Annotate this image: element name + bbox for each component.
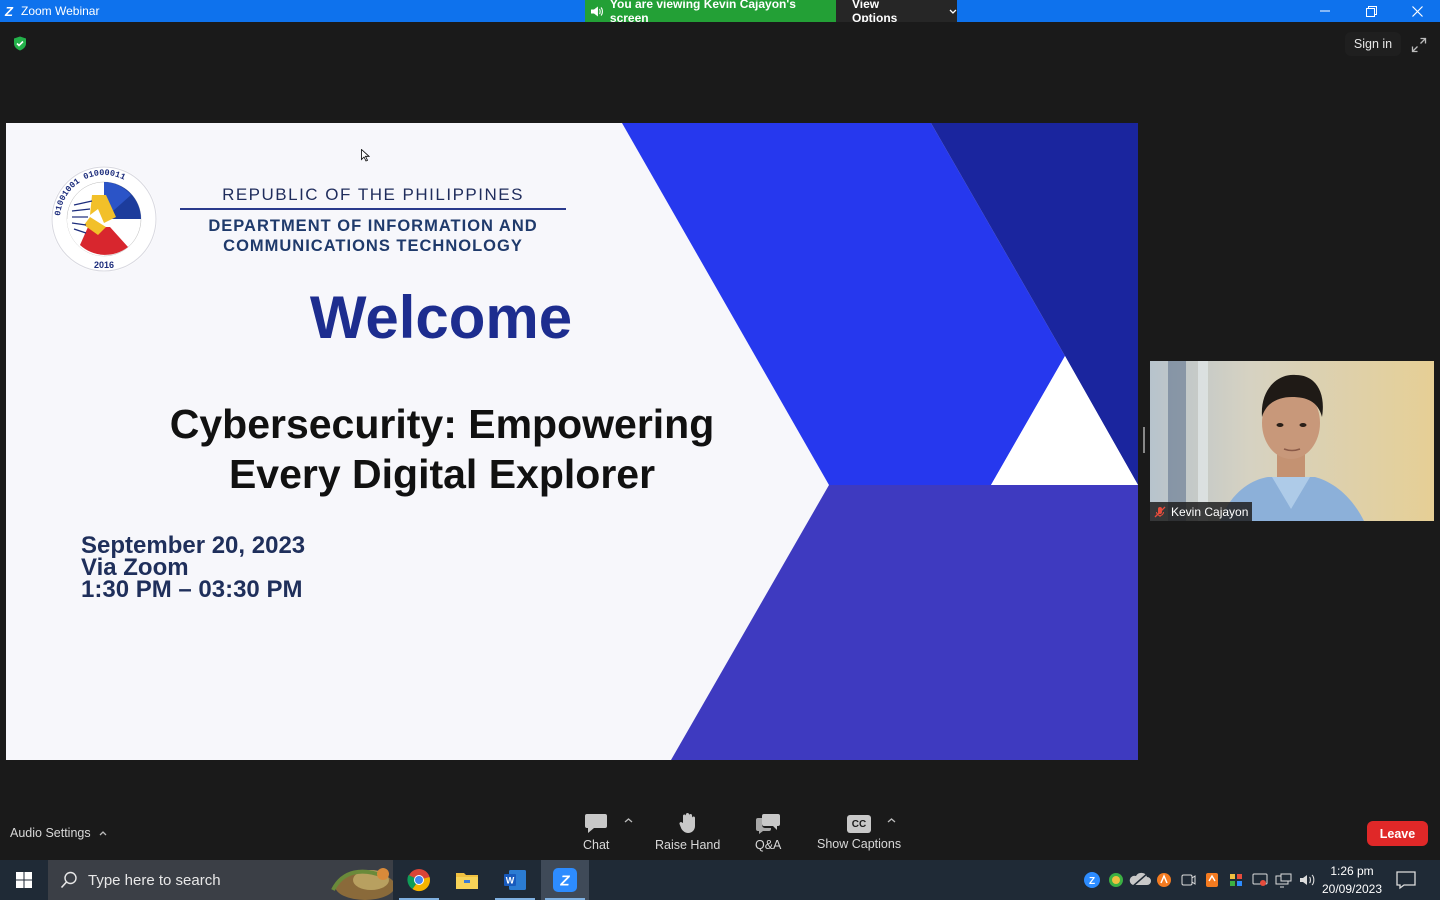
leave-button[interactable]: Leave	[1367, 821, 1428, 846]
start-button[interactable]	[0, 860, 48, 900]
republic-heading: REPUBLIC OF THE PHILIPPINES	[222, 185, 524, 204]
chat-options-chevron-icon[interactable]	[624, 818, 633, 823]
restore-button[interactable]	[1348, 0, 1394, 22]
speaker-icon	[591, 6, 603, 16]
zoom-logo-icon: Z	[5, 3, 13, 19]
panel-resize-handle[interactable]	[1143, 427, 1145, 453]
show-captions-label: Show Captions	[817, 837, 902, 851]
chat-button[interactable]: Chat	[583, 812, 609, 852]
mic-muted-icon	[1154, 506, 1166, 517]
dict-seal-logo: 2016 01001001 01000011	[51, 166, 157, 272]
captions-options-chevron-icon[interactable]	[887, 818, 896, 823]
share-status: You are viewing Kevin Cajayon's screen	[585, 0, 836, 25]
taskbar-zoom[interactable]: Z	[541, 860, 589, 900]
search-highlight-illustration	[331, 868, 393, 900]
chevron-down-icon	[949, 9, 957, 14]
restore-icon	[1365, 5, 1377, 17]
system-clock[interactable]: 1:26 pm 20/09/2023	[1318, 862, 1386, 898]
display-tray-icon[interactable]	[1248, 870, 1272, 890]
raise-hand-label: Raise Hand	[655, 838, 721, 852]
security-tray-icon[interactable]	[1224, 870, 1248, 890]
word-icon: W	[504, 870, 526, 890]
meet-now-icon[interactable]	[1176, 870, 1200, 890]
notification-icon[interactable]	[1395, 870, 1417, 890]
closed-captions-icon: CC	[847, 815, 872, 833]
audio-settings-label: Audio Settings	[10, 826, 91, 840]
chat-label: Chat	[583, 838, 610, 852]
onedrive-icon[interactable]	[1128, 870, 1152, 890]
qa-icon	[756, 814, 781, 834]
chrome-icon	[407, 869, 430, 892]
share-banner: You are viewing Kevin Cajayon's screen V…	[585, 0, 957, 25]
qa-label: Q&A	[755, 838, 782, 852]
expand-icon	[1411, 37, 1427, 53]
clock-date: 20/09/2023	[1321, 882, 1383, 896]
shared-screen-slide[interactable]: 2016 01001001 01000011 REPUBLIC OF THE P…	[6, 123, 1138, 760]
window-controls	[1302, 0, 1440, 22]
app-tray-icon[interactable]	[1104, 870, 1128, 890]
search-icon	[60, 871, 77, 889]
taskbar-search-box[interactable]: Type here to search	[48, 860, 393, 900]
audio-settings-button[interactable]: Audio Settings	[10, 826, 107, 840]
svg-text:Z: Z	[1089, 876, 1095, 887]
volume-icon[interactable]	[1296, 870, 1320, 890]
welcome-title: Welcome	[309, 284, 573, 351]
event-time: 1:30 PM – 03:30 PM	[81, 576, 303, 603]
event-details: September 20, 2023 Via Zoom 1:30 PM – 03…	[81, 534, 305, 603]
heading-divider	[180, 208, 566, 210]
fullscreen-button[interactable]	[1408, 34, 1430, 56]
event-title: Cybersecurity: Empowering Every Digital …	[92, 399, 792, 499]
sign-in-button[interactable]: Sign in	[1345, 32, 1401, 56]
participant-video[interactable]	[1150, 361, 1434, 521]
department-heading: DEPARTMENT OF INFORMATION AND COMMUNICAT…	[180, 216, 566, 256]
event-title-line-2: Every Digital Explorer	[228, 451, 656, 497]
svg-text:W: W	[506, 876, 515, 886]
search-placeholder: Type here to search	[88, 871, 221, 889]
folder-icon	[456, 873, 478, 889]
participant-video-frame	[1150, 361, 1434, 521]
svg-text:Z: Z	[559, 873, 570, 890]
event-title-line-1: Cybersecurity: Empowering	[169, 401, 715, 447]
mouse-cursor-icon	[361, 149, 370, 162]
view-options-button[interactable]: View Options	[836, 0, 957, 25]
seal-year: 2016	[94, 260, 114, 270]
chevron-up-icon	[99, 830, 107, 835]
network-icon[interactable]	[1272, 870, 1296, 890]
window-title: Zoom Webinar	[21, 4, 100, 18]
minimize-icon	[1320, 10, 1330, 12]
raise-hand-icon	[679, 813, 695, 833]
taskbar-word[interactable]: W	[491, 860, 539, 900]
chat-icon	[585, 814, 608, 833]
zoom-app-icon: Z	[553, 868, 577, 892]
minimize-button[interactable]	[1302, 0, 1348, 22]
taskbar-chrome[interactable]	[395, 860, 443, 900]
system-tray: Z	[1080, 860, 1320, 900]
raise-hand-button[interactable]: Raise Hand	[655, 812, 720, 852]
windows-taskbar: Type here to search W Z Z 1:26 pm 20/09/…	[0, 860, 1440, 900]
shield-check-icon[interactable]	[13, 36, 27, 51]
taskbar-file-explorer[interactable]	[443, 860, 491, 900]
close-icon	[1411, 5, 1423, 17]
app-tray-icon-2[interactable]	[1200, 870, 1224, 890]
meeting-top-bar: Sign in	[0, 22, 1440, 66]
clock-time: 1:26 pm	[1330, 864, 1374, 878]
zoom-tray-icon[interactable]: Z	[1080, 870, 1104, 890]
participant-name-tag: Kevin Cajayon	[1150, 502, 1253, 521]
department-line-2: COMMUNICATIONS TECHNOLOGY	[223, 237, 523, 255]
close-button[interactable]	[1394, 0, 1440, 22]
avast-icon[interactable]	[1152, 870, 1176, 890]
windows-logo-icon	[16, 872, 32, 888]
department-line-1: DEPARTMENT OF INFORMATION AND	[208, 217, 538, 235]
participant-name: Kevin Cajayon	[1171, 504, 1249, 519]
qa-button[interactable]: Q&A	[755, 812, 781, 852]
